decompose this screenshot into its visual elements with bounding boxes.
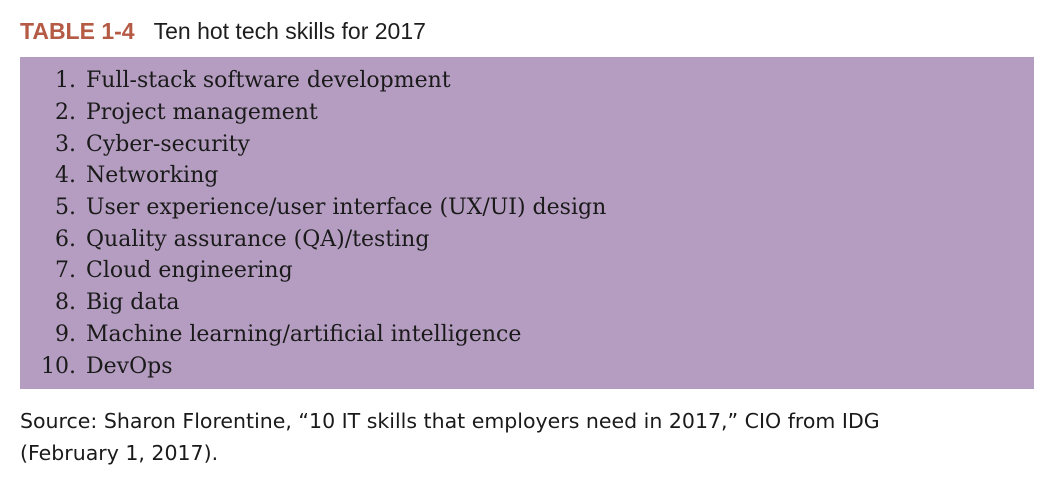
item-number: 9. — [55, 321, 76, 347]
list-item: 8. Big data — [20, 287, 606, 319]
item-text: DevOps — [86, 353, 173, 379]
item-number: 4. — [55, 163, 76, 189]
list-item: 10. DevOps — [20, 350, 606, 382]
source-citation: Source: Sharon Florentine, “10 IT skills… — [20, 405, 1020, 469]
item-number: 3. — [55, 131, 76, 157]
table-caption: TABLE 1-4 Ten hot tech skills for 2017 — [20, 14, 426, 48]
item-text: Quality assurance (QA)/testing — [86, 226, 430, 252]
item-text: Cyber-security — [86, 131, 250, 157]
list-item: 6. Quality assurance (QA)/testing — [20, 223, 606, 255]
skills-panel: 1. Full-stack software development 2. Proj… — [20, 57, 1034, 389]
table-title: Ten hot tech skills for 2017 — [153, 17, 426, 44]
source-line-1: Source: Sharon Florentine, “10 IT skills… — [20, 409, 880, 433]
table-number: TABLE 1-4 — [20, 17, 135, 44]
item-number: 5. — [55, 195, 76, 221]
item-text: Cloud engineering — [86, 258, 293, 284]
list-item: 7. Cloud engineering — [20, 255, 606, 287]
item-text: Project management — [86, 100, 318, 126]
item-number: 1. — [55, 68, 76, 94]
item-text: Networking — [86, 163, 219, 189]
item-number: 10. — [41, 353, 76, 379]
list-item: 5. User experience/user interface (UX/UI)… — [20, 192, 606, 224]
list-item: 4. Networking — [20, 160, 606, 192]
list-item: 3. Cyber-security — [20, 128, 606, 160]
item-text: Big data — [86, 290, 180, 316]
source-line-2: (February 1, 2017). — [20, 441, 219, 465]
item-text: Machine learning/artificial intelligence — [86, 321, 522, 347]
item-text: User experience/user interface (UX/UI) d… — [86, 195, 607, 221]
list-item: 9. Machine learning/artificial intelligen… — [20, 319, 606, 351]
list-item: 1. Full-stack software development — [20, 65, 606, 97]
skills-list: 1. Full-stack software development 2. Proj… — [20, 65, 606, 382]
item-number: 7. — [55, 258, 76, 284]
item-number: 8. — [55, 290, 76, 316]
list-item: 2. Project management — [20, 97, 606, 129]
item-text: Full-stack software development — [86, 68, 451, 94]
item-number: 2. — [55, 100, 76, 126]
item-number: 6. — [55, 226, 76, 252]
